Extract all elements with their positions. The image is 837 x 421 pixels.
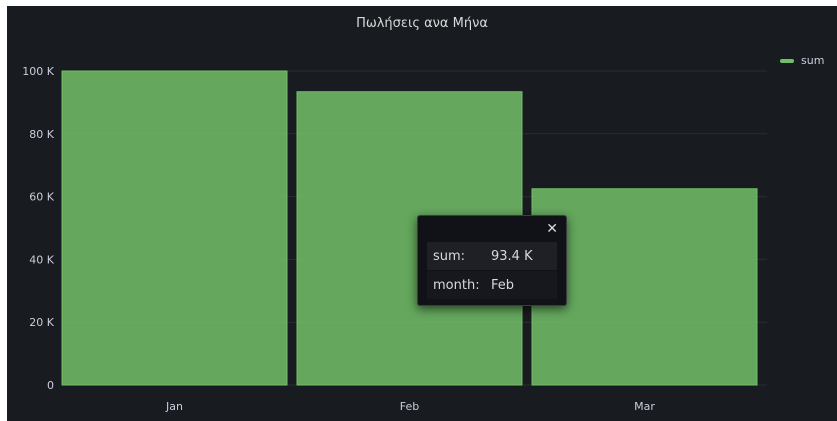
y-tick-label: 0 [47, 379, 54, 392]
tooltip-key: sum: [433, 248, 466, 264]
legend[interactable]: sum [780, 54, 824, 67]
tooltip: ✕ sum: 93.4 K month: Feb [417, 215, 567, 306]
y-tick-label: 80 K [29, 128, 54, 141]
y-tick-label: 60 K [29, 191, 54, 204]
x-tick-label: Jan [165, 400, 183, 413]
close-icon[interactable]: ✕ [546, 221, 558, 237]
tooltip-row-sum: sum: 93.4 K [427, 242, 557, 270]
x-tick-label: Feb [400, 400, 419, 413]
y-tick-label: 100 K [22, 65, 54, 78]
tooltip-key: month: [433, 277, 480, 293]
legend-label-sum[interactable]: sum [801, 54, 824, 67]
x-tick-label: Mar [634, 400, 655, 413]
tooltip-value: 93.4 K [491, 248, 533, 264]
y-tick-label: 40 K [29, 253, 54, 266]
chart-panel: Πωλήσεις ανα Μήνα 0 20 K 40 K 60 K 80 K 100 K… [7, 6, 837, 421]
bar-jan[interactable] [61, 70, 288, 386]
chart-plot-area[interactable]: 0 20 K 40 K 60 K 80 K 100 K Jan Feb Mar [7, 6, 837, 421]
tooltip-value: Feb [491, 277, 515, 293]
y-tick-label: 20 K [29, 316, 54, 329]
tooltip-row-month: month: Feb [427, 271, 557, 299]
legend-swatch-sum [780, 58, 794, 63]
